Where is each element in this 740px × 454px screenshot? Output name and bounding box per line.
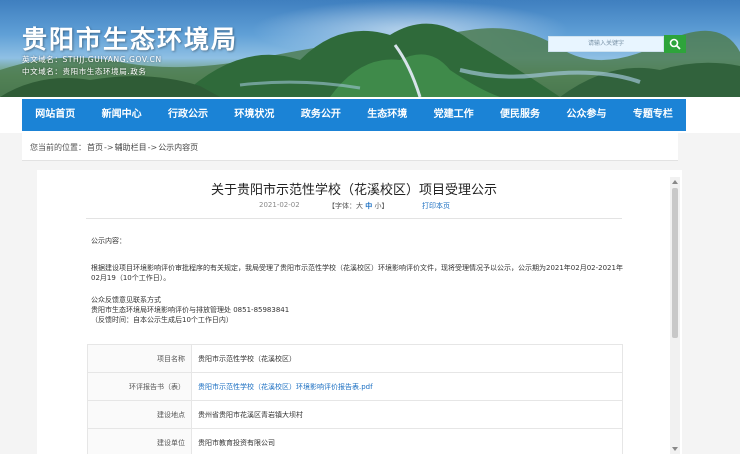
font-size-end: 】: [381, 202, 389, 210]
article-intro: 公示内容：: [91, 237, 126, 245]
row-key: 环评报告书（表）: [87, 372, 192, 401]
font-size-medium[interactable]: 中: [365, 202, 372, 210]
breadcrumb-separator: ->: [147, 143, 158, 152]
contact-block: 公众反馈意见联系方式 贵阳市生态环境局环境影响评价与排放管理处 0851-859…: [91, 295, 631, 325]
nav-item-news[interactable]: 新闻中心: [88, 99, 154, 131]
english-domain-label: 英文域名：: [22, 55, 63, 64]
article-date: 2021-02-02: [259, 201, 300, 209]
contact-note: （反馈时间：自本公示生成后10个工作日内）: [91, 316, 233, 324]
search-icon: [669, 38, 681, 50]
nav-item-admin-notice[interactable]: 行政公示: [155, 99, 221, 131]
scroll-down-arrow-icon[interactable]: [670, 444, 680, 454]
nav-item-public-service[interactable]: 便民服务: [487, 99, 553, 131]
search-input[interactable]: 请输入关键字: [548, 36, 664, 52]
font-size-switcher: 【字体：大 中 小】: [328, 201, 388, 211]
breadcrumb-current[interactable]: 公示内容页: [158, 143, 198, 152]
report-download-link[interactable]: 贵阳市示范性学校（花溪校区）环境影响评价报告表.pdf: [191, 372, 623, 401]
breadcrumb-aux-column[interactable]: 辅助栏目: [115, 143, 147, 152]
main-nav-bar: 网站首页 新闻中心 行政公示 环境状况 政务公开 生态环境 党建工作 便民服务 …: [22, 99, 686, 131]
scrollbar-thumb[interactable]: [672, 188, 678, 338]
print-page-link[interactable]: 打印本页: [422, 201, 450, 211]
font-size-label: 【字体：: [328, 202, 356, 210]
font-size-large[interactable]: 大: [356, 202, 363, 210]
chinese-domain: 中文域名：贵阳市生态环境局.政务: [22, 66, 146, 77]
site-title: 贵阳市生态环境局: [22, 25, 239, 54]
row-value: 贵阳市示范性学校（花溪校区）: [191, 344, 623, 373]
breadcrumb-bar: 您当前的位置：首页->辅助栏目->公示内容页: [22, 133, 678, 161]
breadcrumb-prefix: 您当前的位置：: [30, 143, 86, 152]
table-row: 环评报告书（表） 贵阳市示范性学校（花溪校区）环境影响评价报告表.pdf: [87, 372, 623, 401]
breadcrumb-separator: ->: [104, 143, 114, 152]
chinese-domain-value: 贵阳市生态环境局.政务: [62, 67, 147, 76]
breadcrumb-home[interactable]: 首页: [87, 143, 103, 152]
nav-item-special-topics[interactable]: 专题专栏: [620, 99, 686, 131]
contact-line: 贵阳市生态环境局环境影响评价与排放管理处 0851-85983841: [91, 306, 290, 314]
project-info-table: 项目名称 贵阳市示范性学校（花溪校区） 环评报告书（表） 贵阳市示范性学校（花溪…: [87, 344, 623, 454]
main-nav: 网站首页 新闻中心 行政公示 环境状况 政务公开 生态环境 党建工作 便民服务 …: [0, 97, 740, 133]
content-scrollbar[interactable]: [670, 177, 680, 454]
table-row: 建设单位 贵阳市教育投资有限公司: [87, 428, 623, 454]
article-title: 关于贵阳市示范性学校（花溪校区）项目受理公示: [210, 183, 497, 198]
nav-item-party-work[interactable]: 党建工作: [420, 99, 486, 131]
row-value: 贵阳市教育投资有限公司: [191, 428, 623, 454]
contact-title: 公众反馈意见联系方式: [91, 296, 161, 304]
site-banner: 贵阳市生态环境局 英文域名：STHJJ.GUIYANG.GOV.CN 中文域名：…: [0, 0, 740, 97]
article-paragraph: 根据建设项目环境影响评价审批程序的有关规定，我局受理了贵阳市示范性学校（花溪校区…: [91, 264, 623, 282]
nav-item-gov-affairs[interactable]: 政务公开: [288, 99, 354, 131]
chinese-domain-label: 中文域名：: [22, 67, 63, 76]
nav-item-environment-status[interactable]: 环境状况: [221, 99, 287, 131]
english-domain-value: STHJJ.GUIYANG.GOV.CN: [62, 55, 162, 64]
title-divider: [86, 218, 622, 219]
row-key: 建设地点: [87, 400, 192, 429]
scroll-up-arrow-icon[interactable]: [670, 177, 680, 187]
search-button[interactable]: [664, 35, 686, 53]
breadcrumb: 您当前的位置：首页->辅助栏目->公示内容页: [30, 142, 199, 153]
nav-item-ecology[interactable]: 生态环境: [354, 99, 420, 131]
article-panel: 关于贵阳市示范性学校（花溪校区）项目受理公示 2021-02-02 【字体：大 …: [37, 170, 682, 454]
row-key: 项目名称: [87, 344, 192, 373]
nav-item-home[interactable]: 网站首页: [22, 99, 88, 131]
table-row: 项目名称 贵阳市示范性学校（花溪校区）: [87, 344, 623, 373]
nav-item-participation[interactable]: 公众参与: [553, 99, 619, 131]
english-domain: 英文域名：STHJJ.GUIYANG.GOV.CN: [22, 54, 162, 65]
row-value: 贵州省贵阳市花溪区青岩镇大坝村: [191, 400, 623, 429]
table-row: 建设地点 贵州省贵阳市花溪区青岩镇大坝村: [87, 400, 623, 429]
row-key: 建设单位: [87, 428, 192, 454]
